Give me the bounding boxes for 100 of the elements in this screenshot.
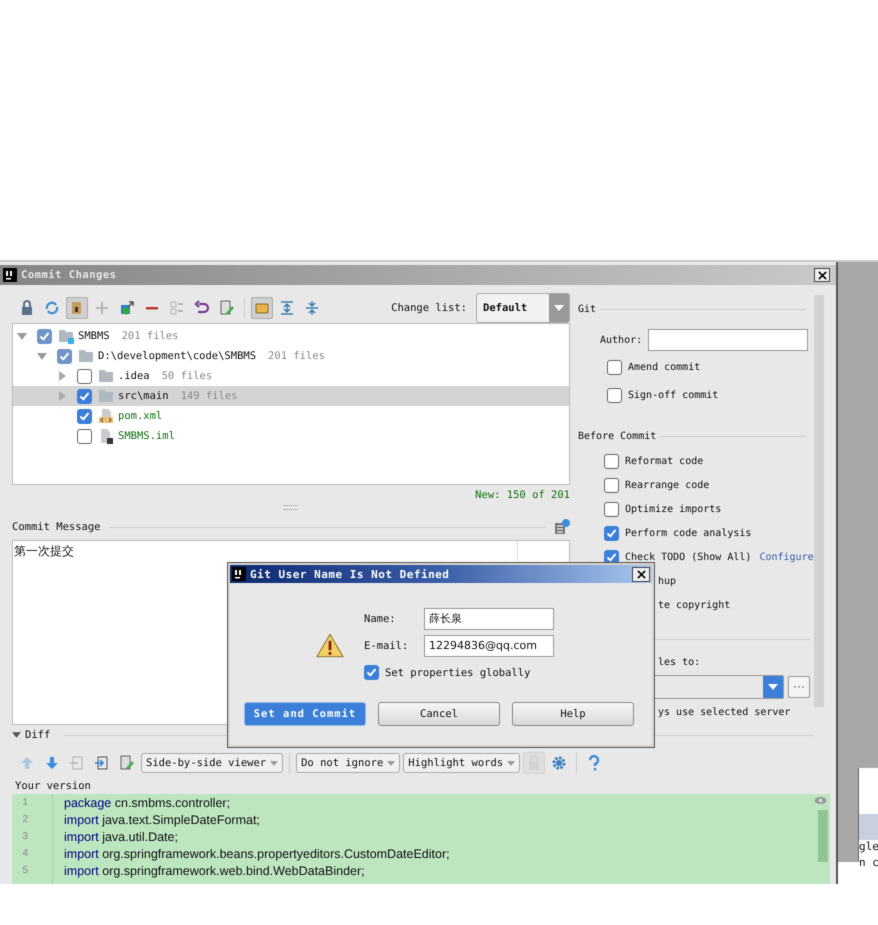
option-label: Rearrange code bbox=[625, 480, 710, 490]
window-title: Commit Changes bbox=[21, 269, 117, 281]
code-line: import org.springframework.beans.propertyeditors.CustomDateEditor; bbox=[64, 846, 450, 860]
file-name: src\main bbox=[118, 390, 169, 402]
tree-checkbox[interactable] bbox=[37, 328, 52, 344]
module-file-icon bbox=[98, 428, 114, 444]
email-label: E-mail: bbox=[364, 640, 410, 652]
line-number: 3 bbox=[21, 831, 28, 842]
splitter-handle[interactable] bbox=[284, 505, 298, 510]
file-count: 201 files bbox=[268, 350, 325, 362]
code-line: package cn.smbms.controller; bbox=[64, 796, 230, 810]
section-title: Diff bbox=[25, 729, 50, 741]
option-label: hup bbox=[658, 576, 676, 586]
close-button[interactable] bbox=[814, 268, 830, 282]
tree-row[interactable]: D:\development\code\SMBMS 201 files bbox=[13, 346, 569, 366]
collapse-arrow-icon[interactable] bbox=[37, 351, 47, 361]
eye-icon[interactable] bbox=[814, 796, 827, 805]
tree-checkbox[interactable] bbox=[57, 348, 72, 364]
option-label: te copyright bbox=[658, 600, 730, 610]
line-number: 1 bbox=[21, 797, 28, 808]
option-label: ys use selected server bbox=[658, 706, 790, 718]
tree-checkbox[interactable] bbox=[77, 428, 92, 444]
unversioned-icon[interactable] bbox=[66, 297, 88, 319]
close-icon bbox=[818, 270, 826, 280]
section-title: Before Commit bbox=[578, 430, 656, 442]
tree-row[interactable]: SMBMS.iml bbox=[13, 426, 569, 446]
configure-link[interactable]: Configure bbox=[759, 552, 814, 562]
caret-icon bbox=[554, 305, 564, 311]
background-text: n c bbox=[859, 856, 878, 871]
caret-icon bbox=[270, 760, 278, 766]
tree-row[interactable]: pom.xml bbox=[13, 406, 569, 426]
dialog-button[interactable]: Set and Commit bbox=[244, 702, 366, 726]
folder-icon bbox=[98, 388, 114, 404]
tree-checkbox[interactable] bbox=[77, 368, 92, 384]
directory-icon[interactable] bbox=[251, 297, 273, 319]
viewer-dropdown[interactable]: Side-by-side viewer bbox=[141, 753, 284, 773]
option-label: Amend commit bbox=[628, 362, 700, 372]
change-list-label: Change list: bbox=[391, 302, 467, 314]
file-name: pom.xml bbox=[118, 410, 162, 422]
file-name: SMBMS.iml bbox=[118, 430, 175, 442]
line-number: 4 bbox=[21, 848, 28, 859]
tree-row[interactable]: src\main 149 files bbox=[13, 386, 569, 406]
warning-icon bbox=[316, 633, 344, 658]
toolbar-strip bbox=[859, 814, 878, 840]
caret-icon bbox=[768, 684, 778, 690]
checkbox[interactable] bbox=[364, 665, 379, 680]
history-icon[interactable] bbox=[554, 519, 570, 535]
option-label: Optimize imports bbox=[625, 504, 722, 514]
tree-checkbox[interactable] bbox=[77, 388, 92, 404]
file-name: SMBMS bbox=[78, 330, 110, 342]
code-line: import org.springframework.web.bind.WebDataBinder; bbox=[64, 864, 365, 878]
version-label: Your version bbox=[14, 780, 92, 794]
name-label: Name: bbox=[364, 612, 397, 624]
checkbox[interactable] bbox=[604, 478, 619, 492]
close-icon bbox=[636, 570, 646, 578]
folder-icon bbox=[78, 348, 94, 364]
checkbox[interactable] bbox=[607, 360, 622, 374]
file-count: 50 files bbox=[162, 370, 212, 382]
checkbox[interactable] bbox=[604, 454, 619, 468]
checkbox[interactable] bbox=[604, 502, 619, 516]
file-name: D:\development\code\SMBMS bbox=[98, 350, 256, 362]
name-field[interactable]: 薛长泉 bbox=[424, 608, 554, 630]
ignore-dropdown[interactable]: Do not ignore bbox=[296, 753, 400, 773]
caret-icon bbox=[387, 760, 396, 766]
scrollbar[interactable] bbox=[818, 810, 828, 862]
app-logo-icon bbox=[232, 567, 246, 581]
caret-icon bbox=[507, 760, 516, 766]
code-line: import java.util.Date; bbox=[64, 830, 178, 844]
code-line: import java.text.SimpleDateFormat; bbox=[64, 812, 260, 826]
collapse-arrow-icon[interactable] bbox=[12, 732, 21, 738]
new-files-summary: New: 150 of 201 bbox=[475, 489, 570, 501]
tree-row[interactable]: .idea 50 files bbox=[13, 366, 569, 386]
option-label: Set properties globally bbox=[385, 666, 530, 678]
file-count: 201 files bbox=[122, 330, 179, 342]
dialog-button[interactable]: Help bbox=[512, 702, 634, 726]
checkbox[interactable] bbox=[607, 388, 622, 402]
folder-icon bbox=[58, 328, 74, 344]
collapse-arrow-icon[interactable] bbox=[17, 331, 27, 341]
file-count: 149 files bbox=[180, 390, 238, 402]
background-text: gle bbox=[859, 840, 878, 855]
upload-label: les to: bbox=[658, 656, 700, 668]
email-field[interactable]: 12294836@qq.com bbox=[424, 634, 554, 656]
app-logo-icon bbox=[3, 268, 17, 282]
option-label: Reformat code bbox=[625, 456, 704, 466]
section-title: Git bbox=[578, 304, 596, 314]
change-list-dropdown[interactable]: Default bbox=[476, 293, 570, 323]
tree-row[interactable]: SMBMS 201 files bbox=[13, 326, 569, 346]
section-title: Commit Message bbox=[12, 521, 101, 533]
option-label: Sign-off commit bbox=[628, 390, 718, 400]
file-name: .idea bbox=[118, 370, 150, 382]
highlight-dropdown[interactable]: Highlight words bbox=[403, 753, 520, 773]
close-button[interactable] bbox=[632, 566, 650, 582]
line-number: 2 bbox=[21, 814, 28, 825]
author-field[interactable] bbox=[648, 329, 808, 351]
tree-checkbox[interactable] bbox=[77, 408, 92, 424]
checkbox[interactable] bbox=[604, 526, 619, 540]
author-label: Author: bbox=[600, 334, 642, 346]
dialog-button[interactable]: Cancel bbox=[378, 702, 500, 726]
expand-arrow-icon[interactable] bbox=[57, 371, 67, 381]
browse-button[interactable] bbox=[788, 676, 810, 698]
